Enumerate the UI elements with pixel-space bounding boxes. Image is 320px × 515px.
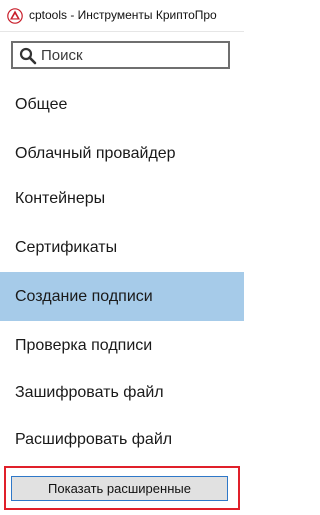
search-icon — [19, 47, 37, 65]
sidebar-item-label: Создание подписи — [15, 287, 153, 305]
search-box[interactable] — [11, 41, 230, 69]
sidebar-item-containers[interactable]: Контейнеры — [0, 174, 244, 223]
sidebar-item-certificates[interactable]: Сертификаты — [0, 223, 244, 272]
cryptopro-logo-icon — [7, 8, 23, 24]
sidebar-item-create-signature[interactable]: Создание подписи — [0, 272, 244, 321]
sidebar-item-label: Проверка подписи — [15, 336, 153, 354]
sidebar-item-label: Облачный провайдер — [15, 144, 176, 162]
sidebar-item-verify-signature[interactable]: Проверка подписи — [0, 321, 244, 370]
sidebar-item-label: Зашифровать файл — [15, 383, 164, 401]
window-title: cptools - Инструменты КриптоПро — [29, 8, 217, 22]
sidebar-item-decrypt-file[interactable]: Расшифровать файл — [0, 415, 244, 464]
title-bar: cptools - Инструменты КриптоПро — [0, 0, 244, 32]
search-input[interactable] — [41, 45, 225, 65]
sidebar-item-cloud-provider[interactable]: Облачный провайдер — [0, 129, 244, 178]
sidebar-item-label: Общее — [15, 95, 68, 113]
sidebar-item-general[interactable]: Общее — [0, 80, 244, 129]
sidebar-item-label: Расшифровать файл — [15, 430, 173, 448]
show-advanced-button[interactable]: Показать расширенные — [11, 476, 228, 501]
sidebar-item-label: Сертификаты — [15, 238, 118, 256]
sidebar-item-label: Контейнеры — [15, 189, 106, 207]
sidebar-item-encrypt-file[interactable]: Зашифровать файл — [0, 368, 244, 417]
